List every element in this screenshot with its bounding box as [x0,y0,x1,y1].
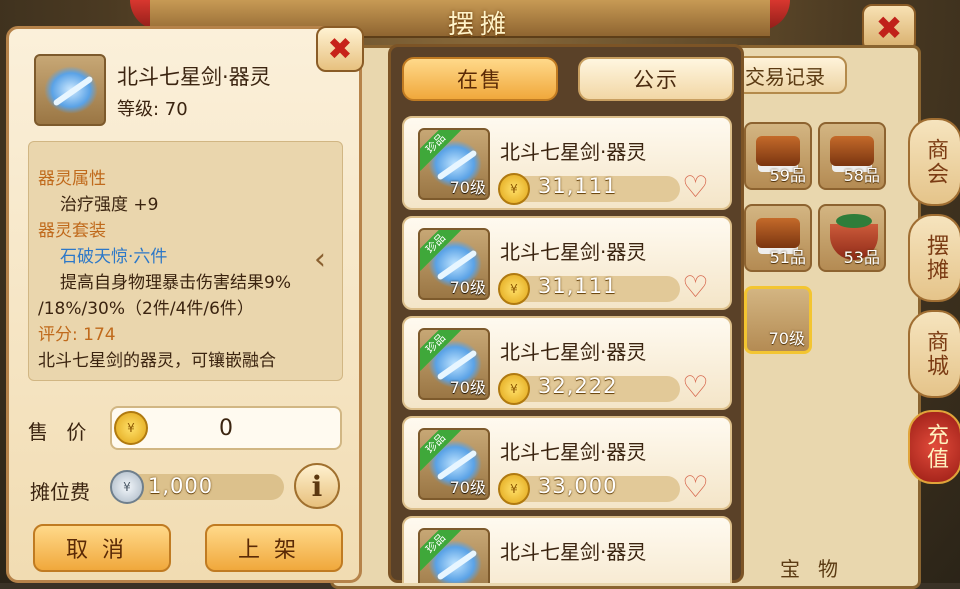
item-name: 北斗七星剑·器灵 [500,240,647,264]
item-thumbnail: 珍品 70级 [418,228,490,300]
listing-row[interactable]: 珍品 70级 北斗七星剑·器灵 ¥ 33,000 ♡ [402,416,732,510]
info-icon: i [311,469,323,503]
price-label: 售 价 [28,420,93,444]
item-quality: 53品 [843,248,880,267]
inventory-item[interactable]: 53品 [818,204,886,272]
item-level: 70级 [449,378,486,397]
item-price: 32,222 [538,374,618,398]
stall-fee-value: 1,000 [148,474,214,498]
listing-row[interactable]: 珍品 北斗七星剑·器灵 [402,516,732,583]
side-menu-shop[interactable]: 商城 [908,310,960,398]
treasure-tab-label[interactable]: 宝物 [780,553,856,582]
close-icon: ✖ [875,9,903,47]
item-thumbnail: 珍品 70级 [418,428,490,500]
favorite-heart-icon[interactable]: ♡ [682,170,709,205]
cancel-button[interactable]: 取消 [33,524,171,572]
modal-close-button[interactable]: ✖ [316,26,364,72]
stall-fee-label: 摊位费 [30,480,90,504]
sword-icon [44,66,98,114]
gold-coin-icon: ¥ [498,373,530,405]
favorite-heart-icon[interactable]: ♡ [682,470,709,505]
listing-list[interactable]: 珍品 70级 北斗七星剑·器灵 ¥ 31,111 ♡ 珍品 70级 北斗七星剑·… [402,112,732,583]
item-level: 70级 [449,278,486,297]
item-title: 北斗七星剑·器灵 [117,65,271,89]
item-quality: 59品 [769,166,806,185]
item-level: 70级 [449,178,486,197]
item-score: 评分: 174 [38,325,116,345]
attr-value: 治疗强度 +9 [60,195,159,215]
item-name: 北斗七星剑·器灵 [500,340,647,364]
inventory-item-selected[interactable]: 70级 [744,286,812,354]
set-section-title: 器灵套装 [38,221,106,241]
side-menu-stall[interactable]: 摆摊 [908,214,960,302]
item-quality: 58品 [843,166,880,185]
item-name: 北斗七星剑·器灵 [500,440,647,464]
gold-coin-icon: ¥ [498,173,530,205]
tab-public[interactable]: 公示 [578,57,734,101]
gold-coin-icon: ¥ [498,273,530,305]
list-item-button[interactable]: 上架 [205,524,343,572]
set-name: 石破天惊·六件 [60,247,168,267]
item-quality: 70级 [768,329,805,348]
item-thumbnail: 珍品 70级 [418,328,490,400]
item-thumbnail: 珍品 [418,528,490,583]
silver-coin-icon: ¥ [110,470,144,504]
favorite-heart-icon[interactable]: ♡ [682,370,709,405]
item-name: 北斗七星剑·器灵 [500,140,647,164]
item-level: 等级: 70 [117,99,188,120]
page-title: 摆摊 [447,10,512,40]
listing-row[interactable]: 珍品 70级 北斗七星剑·器灵 ¥ 31,111 ♡ [402,216,732,310]
item-level: 70级 [449,478,486,497]
item-price: 31,111 [538,174,618,198]
set-desc-line1: 提高自身物理暴击伤害结果9% [60,273,291,293]
info-button[interactable]: i [294,463,340,509]
gold-coin-icon: ¥ [114,411,148,445]
side-menu-recharge[interactable]: 充值 [908,410,960,484]
close-icon: ✖ [327,31,353,67]
item-icon [34,54,106,126]
attr-section-title: 器灵属性 [38,169,106,189]
listing-row[interactable]: 珍品 70级 北斗七星剑·器灵 ¥ 31,111 ♡ [402,116,732,210]
inventory-item[interactable]: 58品 [818,122,886,190]
item-name: 北斗七星剑·器灵 [500,540,647,564]
item-price: 31,111 [538,274,618,298]
inventory-item[interactable]: 59品 [744,122,812,190]
item-thumbnail: 珍品 70级 [418,128,490,200]
favorite-heart-icon[interactable]: ♡ [682,270,709,305]
gold-coin-icon: ¥ [498,473,530,505]
collapse-arrow-icon[interactable]: ‹ [314,242,326,277]
side-menu-guild[interactable]: 商会 [908,118,960,206]
listing-row[interactable]: 珍品 70级 北斗七星剑·器灵 ¥ 32,222 ♡ [402,316,732,410]
tab-trade-history[interactable]: 交易记录 [735,56,847,94]
item-price: 33,000 [538,474,618,498]
inventory-item[interactable]: 51品 [744,204,812,272]
item-quality: 51品 [769,248,806,267]
tab-on-sale[interactable]: 在售 [402,57,558,101]
item-description: 北斗七星剑的器灵，可镶嵌融合 [38,351,276,371]
set-desc-line2: /18%/30%（2件/4件/6件） [38,299,254,319]
